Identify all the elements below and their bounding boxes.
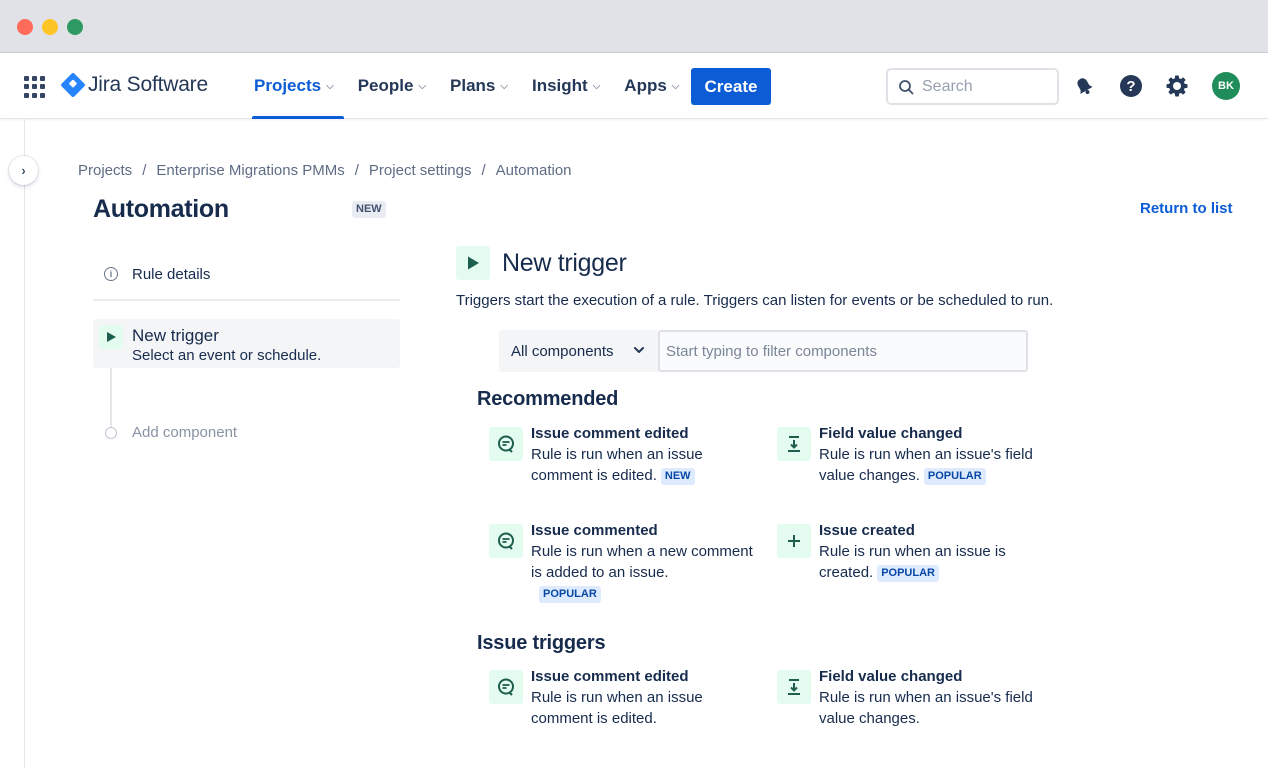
card-description: Rule is run when an issue comment is edi… — [531, 444, 756, 486]
nav-apps-label: Apps — [624, 76, 667, 95]
top-navigation: Jira Software Projects ⌵ People ⌵ Plans … — [0, 53, 1268, 119]
plus-icon — [777, 524, 811, 558]
breadcrumb-project[interactable]: Enterprise Migrations PMMs — [156, 162, 344, 179]
rule-details-label: Rule details — [132, 265, 211, 283]
settings-gear-icon[interactable] — [1165, 74, 1189, 98]
play-icon — [456, 246, 490, 280]
card-desc-text: Rule is run when a new comment is added … — [531, 543, 753, 581]
select-value: All components — [511, 342, 614, 360]
info-icon: i — [104, 267, 118, 281]
divider — [93, 299, 400, 301]
new-badge: NEW — [660, 468, 695, 485]
chevron-down-icon: ⌵ — [326, 80, 334, 92]
card-title: Issue created — [819, 522, 915, 539]
card-title: Field value changed — [819, 668, 963, 685]
card-description: Rule is run when an issue's field value … — [819, 444, 1044, 486]
popular-badge: POPULAR — [923, 468, 986, 485]
breadcrumb-automation[interactable]: Automation — [496, 162, 572, 179]
nav-projects-label: Projects — [254, 76, 322, 95]
breadcrumb-separator: / — [481, 162, 486, 179]
chevron-down-icon: ⌵ — [671, 80, 680, 92]
add-component-item[interactable]: Add component — [93, 424, 237, 441]
play-icon — [99, 325, 123, 349]
card-title: Issue comment edited — [531, 425, 689, 442]
chevron-down-icon: ⌵ — [592, 80, 601, 92]
chevron-down-icon: ⌵ — [418, 80, 427, 92]
nav-people-label: People — [357, 76, 414, 95]
rule-details-item[interactable]: i Rule details — [93, 258, 400, 290]
step-subtitle: Select an event or schedule. — [132, 347, 322, 364]
card-desc-text: Rule is run when an issue comment is edi… — [531, 689, 703, 727]
search-icon — [899, 79, 914, 94]
primary-nav: Projects ⌵ People ⌵ Plans ⌵ Insight ⌵ Ap… — [252, 53, 701, 119]
help-icon[interactable]: ? — [1119, 74, 1143, 98]
component-type-select[interactable]: All components — [499, 330, 658, 372]
step-title: New trigger — [132, 326, 219, 345]
empty-circle-icon — [105, 426, 117, 439]
window-maximize-button[interactable] — [67, 19, 83, 35]
field-change-icon — [777, 427, 811, 461]
field-change-icon — [777, 670, 811, 704]
popular-badge: POPULAR — [877, 565, 939, 582]
new-trigger-step[interactable]: New trigger Select an event or schedule. — [93, 319, 400, 368]
create-button[interactable]: Create — [691, 68, 771, 105]
card-description: Rule is run when an issue is created. POP… — [819, 541, 1044, 583]
nav-people[interactable]: People ⌵ — [356, 53, 436, 119]
breadcrumb: Projects / Enterprise Migrations PMMs / … — [78, 162, 572, 179]
card-desc-text: Rule is run when an issue's field value … — [819, 689, 1033, 727]
svg-text:?: ? — [1126, 78, 1135, 95]
section-title-recommended: Recommended — [477, 388, 619, 410]
window-close-button[interactable] — [17, 19, 33, 35]
search-input[interactable] — [922, 77, 1042, 96]
breadcrumb-project-settings[interactable]: Project settings — [369, 162, 472, 179]
jira-diamond-icon — [60, 72, 86, 98]
nav-insight-label: Insight — [531, 76, 588, 95]
popular-badge: POPULAR — [539, 586, 601, 603]
nav-plans[interactable]: Plans ⌵ — [448, 53, 518, 119]
comment-icon — [489, 670, 523, 704]
nav-apps[interactable]: Apps ⌵ — [622, 53, 689, 119]
card-title: Field value changed — [819, 425, 963, 442]
trigger-header: New trigger — [456, 246, 627, 280]
trigger-description: Triggers start the execution of a rule. … — [456, 292, 1054, 309]
page-title: Automation — [93, 195, 229, 223]
comment-icon — [489, 524, 523, 558]
breadcrumb-separator: / — [354, 162, 359, 179]
nav-insight[interactable]: Insight ⌵ — [530, 53, 610, 119]
search-box[interactable] — [886, 68, 1059, 105]
sidebar-edge — [24, 119, 25, 768]
add-component-label: Add component — [132, 424, 238, 441]
chevron-down-icon — [634, 347, 644, 353]
section-title-issue-triggers: Issue triggers — [477, 632, 606, 654]
return-to-list-link[interactable]: Return to list — [1140, 200, 1233, 217]
jira-logo[interactable]: Jira Software — [60, 72, 208, 98]
app-switcher-grid-icon[interactable] — [24, 76, 46, 98]
nav-plans-label: Plans — [450, 76, 496, 95]
card-title: Issue commented — [531, 522, 658, 539]
comment-icon — [489, 427, 523, 461]
filter-components-input[interactable] — [658, 330, 1028, 372]
notifications-bell-icon[interactable] — [1072, 74, 1096, 98]
expand-sidebar-chevron-right-icon[interactable]: › — [9, 156, 38, 185]
trigger-title: New trigger — [502, 248, 627, 277]
logo-text: Jira Software — [88, 73, 208, 96]
breadcrumb-projects[interactable]: Projects — [78, 162, 132, 179]
window-titlebar — [0, 0, 1268, 53]
card-title: Issue comment edited — [531, 668, 689, 685]
card-description: Rule is run when an issue comment is edi… — [531, 687, 756, 729]
chevron-down-icon: ⌵ — [500, 80, 508, 92]
user-avatar[interactable]: BK — [1212, 72, 1240, 100]
new-badge: NEW — [352, 201, 386, 218]
card-description: Rule is run when a new comment is added … — [531, 541, 756, 604]
breadcrumb-separator: / — [142, 162, 147, 179]
nav-projects[interactable]: Projects ⌵ — [252, 53, 344, 119]
window-minimize-button[interactable] — [42, 19, 58, 35]
card-description: Rule is run when an issue's field value … — [819, 687, 1044, 729]
